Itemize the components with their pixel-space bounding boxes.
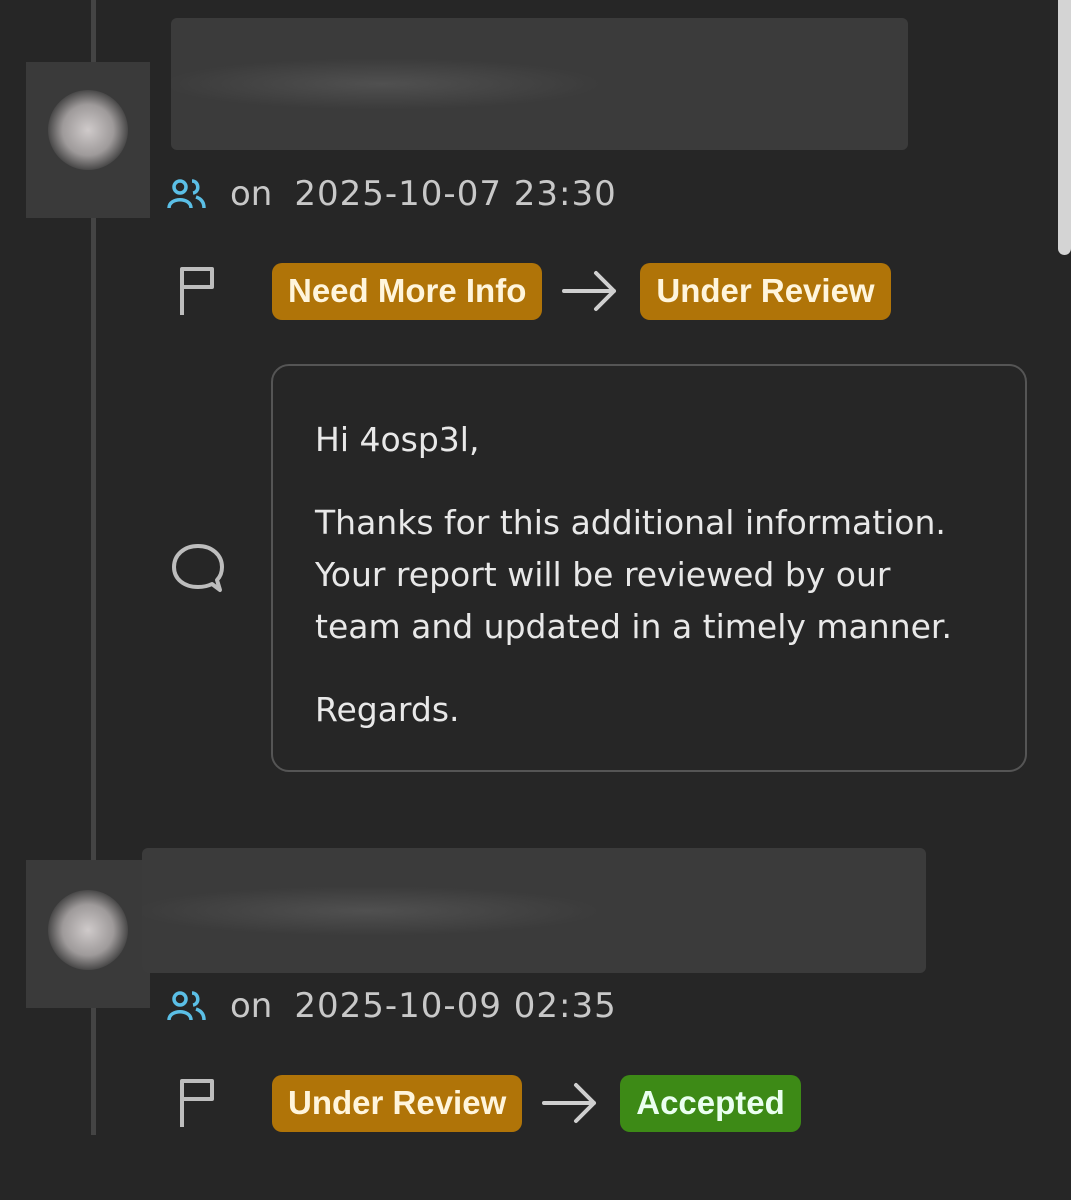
team-icon — [167, 179, 206, 209]
timestamp: 2025-10-07 23:30 — [294, 174, 617, 214]
entry-meta: on 2025-10-09 02:35 — [166, 986, 617, 1026]
status-badge-from: Need More Info — [272, 262, 543, 320]
scrollbar[interactable] — [1058, 0, 1071, 255]
on-label: on — [230, 986, 273, 1026]
status-badge-to: Accepted — [620, 1074, 801, 1132]
avatar — [26, 62, 150, 218]
flag-icon — [180, 267, 214, 315]
status-badge-to: Under Review — [640, 262, 891, 320]
avatar — [26, 860, 150, 1008]
arrow-right-icon — [562, 271, 617, 311]
author-name-redacted — [171, 18, 908, 150]
comment-closing: Regards. — [315, 690, 460, 729]
status-badge-from: Under Review — [272, 1074, 523, 1132]
timestamp: 2025-10-09 02:35 — [294, 986, 617, 1026]
status-change: Under Review Accepted — [172, 1073, 801, 1133]
arrow-right-icon — [542, 1083, 597, 1123]
entry-meta: on 2025-10-07 23:30 — [166, 174, 617, 214]
on-label: on — [230, 174, 273, 214]
comment-box: Hi 4osp3l, Thanks for this additional in… — [271, 364, 1027, 772]
status-change: Need More Info Under Review — [172, 261, 891, 321]
comment-bubble-icon — [172, 544, 224, 592]
author-name-redacted — [142, 848, 926, 973]
flag-icon — [180, 1079, 214, 1127]
comment-greeting: Hi 4osp3l, — [315, 420, 480, 459]
team-icon — [167, 991, 206, 1021]
comment-body: Thanks for this additional information. … — [315, 503, 952, 646]
